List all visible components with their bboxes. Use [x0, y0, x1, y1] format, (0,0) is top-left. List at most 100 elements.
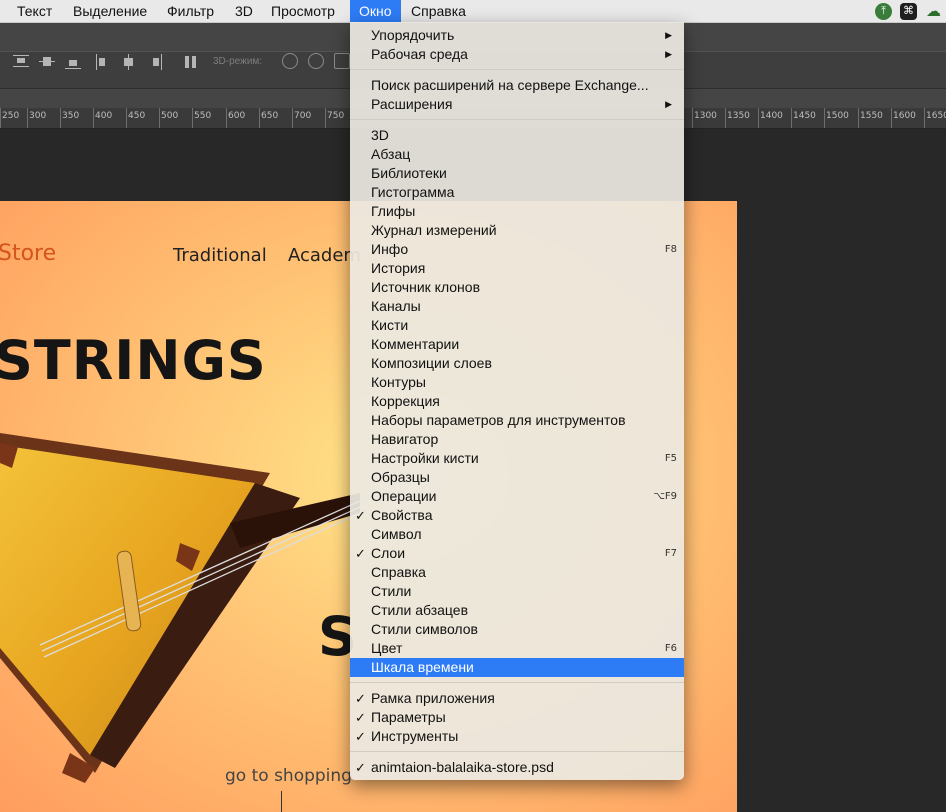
ruler-tick: 300 [26, 108, 47, 128]
menu-item-options[interactable]: ✓ Параметры [350, 708, 684, 727]
menu-help[interactable]: Справка [402, 0, 475, 22]
align-bottom-icon[interactable] [65, 54, 81, 70]
menu-item-properties[interactable]: ✓ Свойства [350, 506, 684, 525]
menu-item-label: Журнал измерений [371, 222, 497, 238]
distribute-icon[interactable] [183, 54, 199, 70]
menu-item-arrange[interactable]: Упорядочить ▶ [350, 26, 684, 45]
menu-item-label: Наборы параметров для инструментов [371, 412, 626, 428]
upload-status-icon[interactable]: ⤒ [875, 3, 892, 20]
menu-item-label: Комментарии [371, 336, 460, 352]
menu-item-label: Расширения [371, 96, 453, 112]
align-vcenter-icon[interactable] [39, 54, 55, 70]
menu-item-libraries[interactable]: Библиотеки [350, 164, 684, 183]
menu-item-label: Стили абзацев [371, 602, 469, 618]
menu-bar: Текст Выделение Фильтр 3D Просмотр Окно … [0, 0, 946, 23]
menu-item-brushes[interactable]: Кисти [350, 316, 684, 335]
menu-item-timeline[interactable]: Шкала времени [350, 658, 684, 677]
menu-text[interactable]: Текст [8, 0, 61, 22]
menu-item-swatches[interactable]: Образцы [350, 468, 684, 487]
ruler-tick: 1400 [758, 108, 783, 128]
menu-item-label: Операции [371, 488, 437, 504]
checkmark-icon: ✓ [355, 710, 366, 725]
menu-item-adjustments[interactable]: Коррекция [350, 392, 684, 411]
menu-item-history[interactable]: История [350, 259, 684, 278]
menu-item-help[interactable]: Справка [350, 563, 684, 582]
menu-item-paths[interactable]: Контуры [350, 373, 684, 392]
menu-view[interactable]: Просмотр [262, 0, 344, 22]
align-hcenter-icon[interactable] [121, 54, 137, 70]
menu-item-actions[interactable]: Операции ⌥F9 [350, 487, 684, 506]
ruler-tick: 700 [291, 108, 312, 128]
align-top-icon[interactable] [13, 54, 29, 70]
checkmark-icon: ✓ [355, 546, 366, 561]
menu-item-measurement-log[interactable]: Журнал измерений [350, 221, 684, 240]
menu-item-label: Библиотеки [371, 165, 447, 181]
menu-item-tool-presets[interactable]: Наборы параметров для инструментов [350, 411, 684, 430]
3d-mode-label: 3D-режим: [213, 56, 263, 67]
menu-item-shortcut: F7 [664, 548, 677, 559]
ruler-tick: 1650 [924, 108, 946, 128]
menu-item-navigator[interactable]: Навигатор [350, 430, 684, 449]
menu-item-shortcut: F5 [664, 453, 677, 464]
menu-item-application-frame[interactable]: ✓ Рамка приложения [350, 689, 684, 708]
shop-link: go to shopping [225, 766, 352, 786]
menu-item-clone-source[interactable]: Источник клонов [350, 278, 684, 297]
menu-item-label: Рамка приложения [371, 690, 495, 706]
menu-item-label: Композиции слоев [371, 355, 492, 371]
align-right-icon[interactable] [147, 54, 163, 70]
menu-item-label: Коррекция [371, 393, 440, 409]
ruler-tick: 1600 [891, 108, 916, 128]
menu-item-label: Образцы [371, 469, 430, 485]
balalaika-image [0, 433, 360, 783]
menu-window[interactable]: Окно [350, 0, 401, 22]
menu-item-label: Рабочая среда [371, 46, 468, 62]
menu-item-character-styles[interactable]: Стили символов [350, 620, 684, 639]
3d-roll-icon[interactable] [308, 53, 324, 69]
submenu-arrow-icon: ▶ [665, 49, 672, 59]
ruler-tick: 350 [59, 108, 80, 128]
menu-item-character[interactable]: Символ [350, 525, 684, 544]
menu-item-label: Источник клонов [371, 279, 481, 295]
menu-item-styles[interactable]: Стили [350, 582, 684, 601]
3d-pan-icon[interactable] [334, 53, 350, 69]
menu-separator [350, 69, 684, 70]
menu-select[interactable]: Выделение [64, 0, 156, 22]
command-icon[interactable]: ⌘ [900, 3, 917, 20]
ruler-tick: 750 [324, 108, 345, 128]
headline: STRINGS [0, 329, 267, 392]
cloud-icon[interactable]: ☁ [925, 3, 942, 20]
menu-item-workspace[interactable]: Рабочая среда ▶ [350, 45, 684, 64]
menu-item-layers[interactable]: ✓ Слои F7 [350, 544, 684, 563]
menu-item-brush-settings[interactable]: Настройки кисти F5 [350, 449, 684, 468]
menu-item-comments[interactable]: Комментарии [350, 335, 684, 354]
menu-item-open-document[interactable]: ✓ animtaion-balalaika-store.psd [350, 758, 684, 777]
align-left-icon[interactable] [95, 54, 111, 70]
checkmark-icon: ✓ [355, 691, 366, 706]
submenu-arrow-icon: ▶ [665, 30, 672, 40]
menu-item-layer-comps[interactable]: Композиции слоев [350, 354, 684, 373]
menu-item-extensions[interactable]: Расширения ▶ [350, 95, 684, 114]
menu-item-label: animtaion-balalaika-store.psd [371, 759, 554, 775]
menu-item-channels[interactable]: Каналы [350, 297, 684, 316]
menu-item-tools[interactable]: ✓ Инструменты [350, 727, 684, 746]
menu-item-paragraph[interactable]: Абзац [350, 145, 684, 164]
ruler-tick: 1300 [692, 108, 717, 128]
submenu-arrow-icon: ▶ [665, 99, 672, 109]
3d-orbit-icon[interactable] [282, 53, 298, 69]
ruler-tick: 1550 [858, 108, 883, 128]
ruler-tick: 1450 [791, 108, 816, 128]
menu-item-info[interactable]: Инфо F8 [350, 240, 684, 259]
menu-item-histogram[interactable]: Гистограмма [350, 183, 684, 202]
menu-item-3d[interactable]: 3D [350, 126, 684, 145]
menu-filter[interactable]: Фильтр [158, 0, 223, 22]
checkmark-icon: ✓ [355, 508, 366, 523]
menu-item-label: Глифы [371, 203, 416, 219]
menu-item-label: Символ [371, 526, 422, 542]
menu-item-paragraph-styles[interactable]: Стили абзацев [350, 601, 684, 620]
scroll-indicator-line [281, 791, 282, 812]
menu-item-glyphs[interactable]: Глифы [350, 202, 684, 221]
menu-item-label: Кисти [371, 317, 409, 333]
menu-item-exchange[interactable]: Поиск расширений на сервере Exchange... [350, 76, 684, 95]
menu-3d[interactable]: 3D [226, 0, 262, 22]
menu-item-color[interactable]: Цвет F6 [350, 639, 684, 658]
